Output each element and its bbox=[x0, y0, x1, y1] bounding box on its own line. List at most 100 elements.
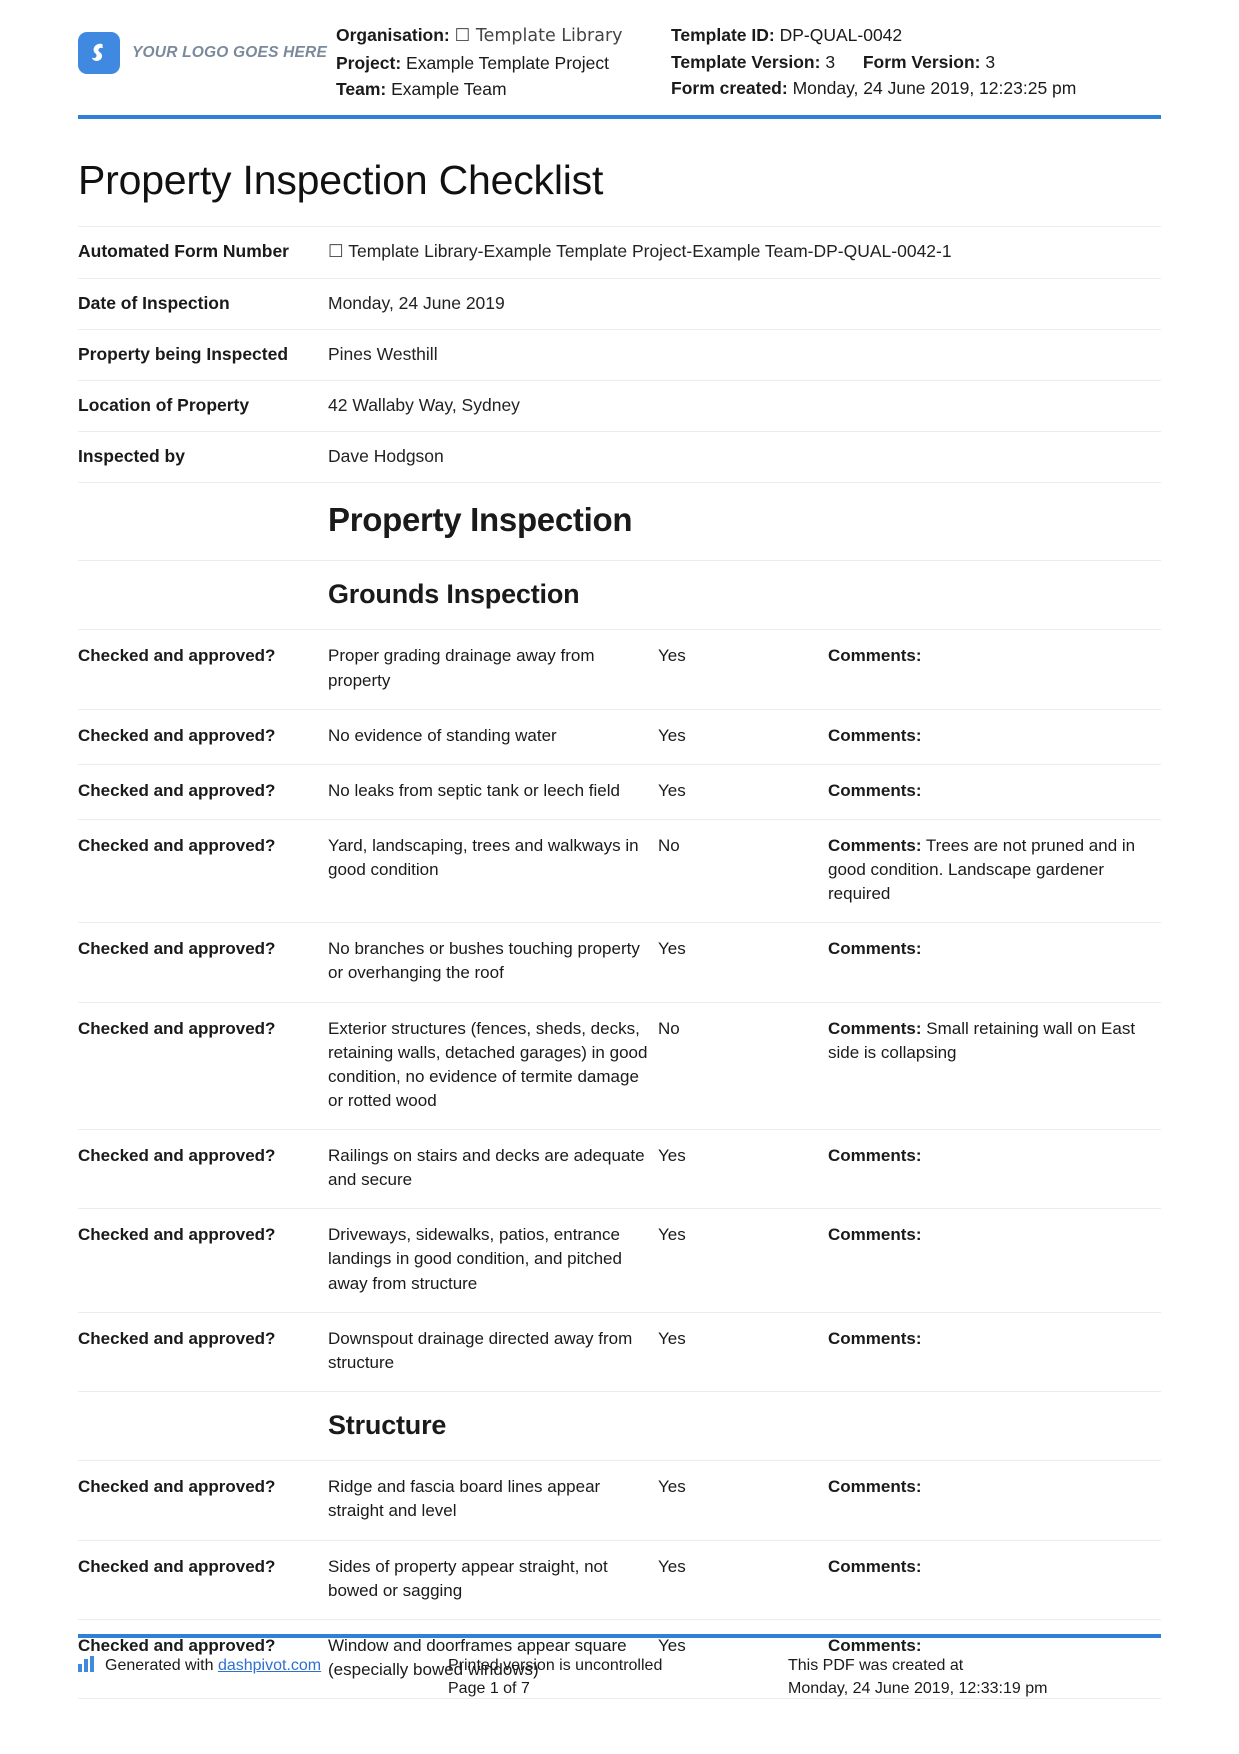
checklist-comments-label: Comments: bbox=[828, 780, 922, 800]
checklist-row: Checked and approved? Driveways, sidewalk… bbox=[78, 1208, 1161, 1313]
version-line: Template Version: 3 Form Version: 3 bbox=[671, 49, 1161, 76]
bar-chart-icon bbox=[78, 1655, 96, 1672]
info-row: Location of Property 42 Wallaby Way, Sydn… bbox=[78, 380, 1161, 432]
checklist-answer: Yes bbox=[658, 1311, 828, 1392]
checklist-row: Checked and approved? Yard, landscaping, … bbox=[78, 818, 1161, 923]
checklist-comments-label: Comments: bbox=[828, 835, 922, 855]
template-id-value: DP-QUAL-0042 bbox=[779, 25, 903, 45]
checklist-comments-label: Comments: bbox=[828, 1225, 922, 1245]
checklist-question-label: Checked and approved? bbox=[78, 1539, 328, 1620]
checklist-answer: No bbox=[658, 1001, 828, 1130]
form-created-label: Form created: bbox=[671, 78, 788, 99]
checklist-item-description: Downspout drainage directed away from st… bbox=[328, 1311, 658, 1392]
checklist-comments: Comments: bbox=[828, 1129, 1161, 1209]
checklist-row: Checked and approved? Exterior structures… bbox=[78, 1001, 1161, 1130]
project-label: Project: bbox=[336, 52, 402, 73]
page-title: Property Inspection Checklist bbox=[78, 156, 604, 203]
info-row-key: Date of Inspection bbox=[78, 277, 328, 330]
info-row-key: Automated Form Number bbox=[78, 225, 328, 279]
info-row: Date of Inspection Monday, 24 June 2019 bbox=[78, 277, 1161, 330]
dashpivot-link[interactable]: dashpivot.com bbox=[218, 1657, 321, 1674]
checklist-answer: Yes bbox=[658, 1208, 828, 1313]
project-value: Example Template Project bbox=[406, 52, 609, 73]
checklist-comments-label: Comments: bbox=[828, 1556, 922, 1576]
checklist-answer: Yes bbox=[658, 922, 828, 1003]
info-row-value: Pines Westhill bbox=[328, 328, 1161, 381]
checklist-item-description: Driveways, sidewalks, patios, entrance l… bbox=[328, 1208, 658, 1313]
form-version-value: 3 bbox=[985, 51, 996, 72]
checklist-comments: Comments: bbox=[828, 708, 1161, 765]
checklist-question-label: Checked and approved? bbox=[78, 818, 328, 923]
checklist-comments-label: Comments: bbox=[828, 646, 922, 666]
checklist-item-description: Proper grading drainage away from proper… bbox=[328, 629, 658, 710]
form-info-body: Automated Form Number ☐ Template Library-… bbox=[78, 225, 1161, 483]
checklist-answer: Yes bbox=[658, 1539, 828, 1620]
checklist-comments-label: Comments: bbox=[828, 1328, 922, 1348]
section-banner: Grounds Inspection bbox=[78, 560, 1161, 630]
checklist-comments: Comments: bbox=[828, 922, 1161, 1003]
inspection-table: Property Inspection Grounds Inspection Che… bbox=[78, 482, 1161, 1733]
checklist-question-label: Checked and approved? bbox=[78, 1460, 328, 1541]
document-footer: Generated with dashpivot.com Printed ver… bbox=[78, 1633, 1161, 1700]
logo-block: YOUR LOGO GOES HERE bbox=[78, 22, 336, 74]
checklist-question-label: Checked and approved? bbox=[78, 763, 328, 820]
template-id-line: Template ID: DP-QUAL-0042 bbox=[671, 22, 1161, 49]
checklist-row: Checked and approved? Ridge and fascia bo… bbox=[78, 1460, 1161, 1541]
table-end-rule-cell bbox=[78, 1698, 1161, 1733]
checklist-row: Checked and approved? Sides of property a… bbox=[78, 1539, 1161, 1620]
info-row-value: ☐ Template Library-Example Template Proj… bbox=[328, 225, 1161, 279]
checklist-question-label: Checked and approved? bbox=[78, 708, 328, 765]
checklist-row: Checked and approved? No branches or bush… bbox=[78, 922, 1161, 1003]
header-meta-right: Template ID: DP-QUAL-0042 Template Versi… bbox=[671, 22, 1161, 102]
checklist-answer: No bbox=[658, 818, 828, 923]
organisation-value: ☐ Template Library bbox=[454, 26, 623, 46]
checklist-row: Checked and approved? Railings on stairs … bbox=[78, 1129, 1161, 1209]
checklist-comments: Comments: bbox=[828, 763, 1161, 820]
document-header: YOUR LOGO GOES HERE Organisation: ☐ Temp… bbox=[78, 0, 1161, 119]
footer-uncontrolled-text: Printed version is uncontrolled bbox=[448, 1656, 663, 1674]
checklist-comments: Comments: bbox=[828, 1208, 1161, 1313]
form-created-line: Form created: Monday, 24 June 2019, 12:2… bbox=[671, 75, 1161, 102]
checklist-question-label: Checked and approved? bbox=[78, 629, 328, 710]
checklist-comments: Comments: Small retaining wall on East s… bbox=[828, 1001, 1161, 1130]
checklist-item-description: Exterior structures (fences, sheds, deck… bbox=[328, 1001, 658, 1130]
organisation-line: Organisation: ☐ Template Library bbox=[336, 22, 671, 50]
checklist-question-label: Checked and approved? bbox=[78, 1001, 328, 1130]
checklist-comments-label: Comments: bbox=[828, 1477, 922, 1497]
footer-created-block: This PDF was created at Monday, 24 June … bbox=[788, 1654, 1161, 1700]
info-row: Automated Form Number ☐ Template Library-… bbox=[78, 225, 1161, 279]
checklist-row: Checked and approved? No evidence of stan… bbox=[78, 708, 1161, 765]
checklist-comments: Comments: Trees are not pruned and in go… bbox=[828, 818, 1161, 923]
info-row-key: Inspected by bbox=[78, 431, 328, 483]
checklist-item-description: Railings on stairs and decks are adequat… bbox=[328, 1129, 658, 1209]
footer-created-time: Monday, 24 June 2019, 12:33:19 pm bbox=[788, 1679, 1048, 1697]
info-row: Property being Inspected Pines Westhill bbox=[78, 328, 1161, 381]
checklist-comments: Comments: bbox=[828, 1460, 1161, 1541]
checklist-item-description: Ridge and fascia board lines appear stra… bbox=[328, 1460, 658, 1541]
section-title: Grounds Inspection bbox=[328, 579, 580, 610]
checklist-comments: Comments: bbox=[828, 1539, 1161, 1620]
footer-generated-block: Generated with dashpivot.com bbox=[78, 1654, 448, 1700]
checklist-answer: Yes bbox=[658, 629, 828, 710]
checklist-answer: Yes bbox=[658, 1460, 828, 1541]
footer-generated-prefix: Generated with bbox=[105, 1656, 218, 1674]
footer-created-label: This PDF was created at bbox=[788, 1656, 964, 1674]
company-logo-icon bbox=[78, 32, 120, 74]
header-meta-left: Organisation: ☐ Template Library Project… bbox=[336, 22, 671, 103]
checklist-row: Checked and approved? No leaks from septi… bbox=[78, 763, 1161, 820]
checklist-comments-label: Comments: bbox=[828, 1018, 922, 1038]
main-section-banner-cell: Property Inspection bbox=[78, 482, 1161, 561]
checklist-question-label: Checked and approved? bbox=[78, 922, 328, 1003]
checklist-question-label: Checked and approved? bbox=[78, 1311, 328, 1392]
checklist-item-description: Sides of property appear straight, not b… bbox=[328, 1539, 658, 1620]
footer-generated-text: Generated with dashpivot.com bbox=[105, 1654, 321, 1677]
checklist-question-label: Checked and approved? bbox=[78, 1129, 328, 1209]
checklist-item-description: No leaks from septic tank or leech field bbox=[328, 763, 658, 820]
checklist-question-label: Checked and approved? bbox=[78, 1208, 328, 1313]
section-banner-cell: Structure bbox=[78, 1390, 1161, 1461]
section-title: Structure bbox=[328, 1409, 447, 1440]
info-row-key: Property being Inspected bbox=[78, 328, 328, 381]
organisation-label: Organisation: bbox=[336, 25, 450, 45]
form-created-value: Monday, 24 June 2019, 12:23:25 pm bbox=[792, 78, 1077, 99]
checklist-item-description: No evidence of standing water bbox=[328, 708, 658, 765]
